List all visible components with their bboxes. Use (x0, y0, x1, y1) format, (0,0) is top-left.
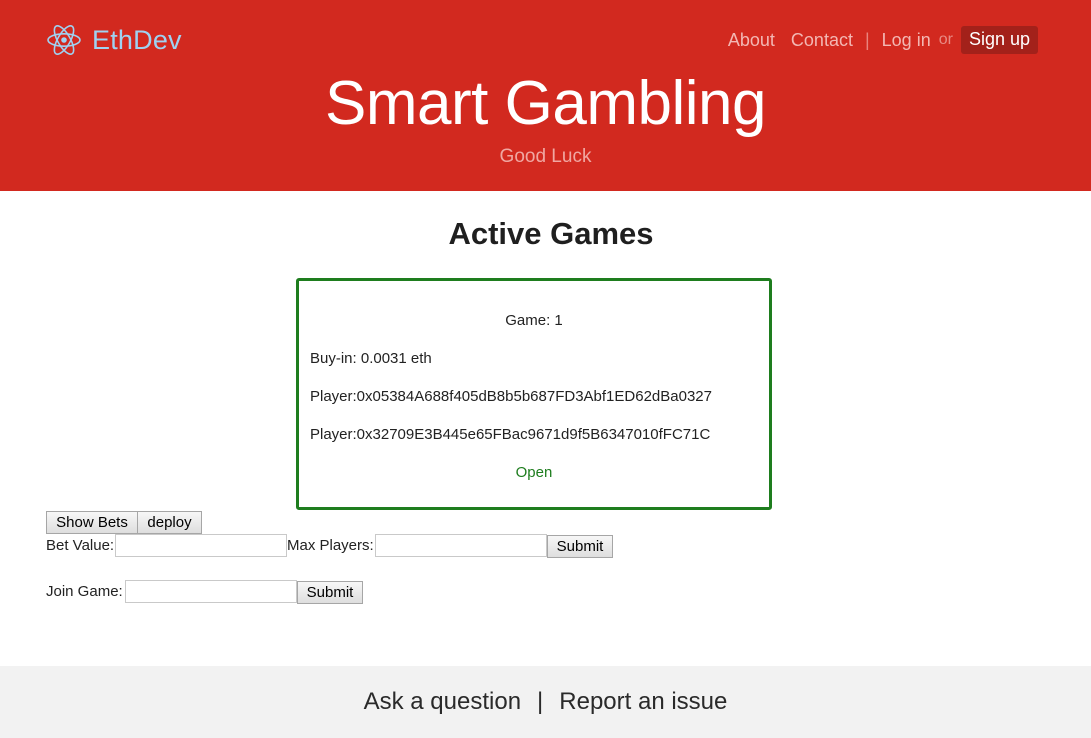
brand-link[interactable]: EthDev (46, 22, 182, 58)
react-atom-icon (47, 25, 81, 55)
nav-or-text: or (938, 31, 953, 48)
nav-signup-button[interactable]: Sign up (960, 26, 1038, 54)
show-bets-button[interactable]: Show Bets (46, 511, 138, 534)
nav-separator: | (864, 29, 870, 50)
join-game-submit-button[interactable]: Submit (297, 581, 363, 604)
report-issue-link[interactable]: Report an issue (559, 688, 727, 716)
nav-about-link[interactable]: About (728, 30, 775, 51)
join-game-label: Join Game: (46, 583, 123, 600)
game-title: Game: 1 (505, 312, 563, 329)
section-title: Active Games (448, 216, 654, 251)
ask-question-link[interactable]: Ask a question (364, 688, 521, 716)
bet-value-label: Bet Value: (46, 537, 115, 554)
page-title: Smart Gambling (325, 69, 766, 138)
bet-value-input[interactable] (115, 534, 287, 557)
max-players-input[interactable] (375, 534, 547, 557)
create-game-submit-button[interactable]: Submit (547, 535, 613, 558)
game-buy-in: Buy-in: 0.0031 eth (310, 350, 432, 367)
footer-separator: | (537, 688, 544, 715)
game-player-1: Player:0x05384A688f405dB8b5b687FD3Abf1ED… (310, 388, 712, 405)
game-card: Game: 1 Buy-in: 0.0031 eth Player:0x0538… (296, 278, 772, 510)
nav-login-link[interactable]: Log in (882, 30, 931, 51)
top-nav: About Contact | Log in or Sign up (728, 25, 1038, 55)
site-header: EthDev About Contact | Log in or Sign up… (0, 0, 1091, 191)
game-status: Open (515, 464, 553, 481)
deploy-button[interactable]: deploy (137, 511, 202, 534)
max-players-label: Max Players: (287, 537, 374, 554)
join-game-input[interactable] (125, 580, 297, 603)
brand-name: EthDev (92, 24, 182, 55)
nav-contact-link[interactable]: Contact (791, 30, 853, 51)
site-footer: Ask a question | Report an issue (0, 666, 1091, 738)
game-player-2: Player:0x32709E3B445e65FBac9671d9f5B6347… (310, 426, 711, 443)
page-subtitle: Good Luck (499, 146, 592, 167)
